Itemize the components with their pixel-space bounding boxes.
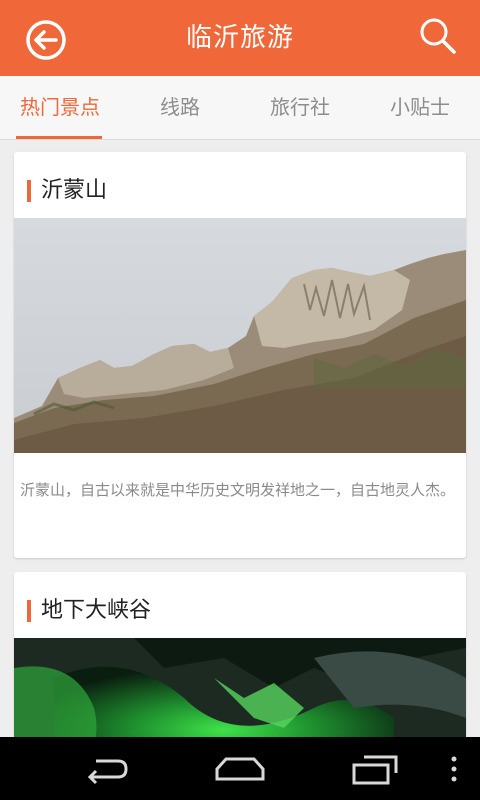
tab-hot-spots[interactable]: 热门景点 <box>0 76 120 139</box>
title-accent-bar <box>27 600 31 622</box>
home-icon[interactable] <box>214 751 266 787</box>
page-title: 临沂旅游 <box>185 23 294 53</box>
title-accent-bar <box>27 180 31 202</box>
card-header: 沂蒙山 <box>14 152 466 218</box>
spot-card[interactable]: 沂蒙山 沂蒙山，自古以来就是中华历史文明发祥地之一，自古地灵人杰。 <box>14 152 466 558</box>
menu-icon[interactable] <box>448 751 460 787</box>
spot-card[interactable]: 地下大峡谷 <box>14 572 466 737</box>
tab-tips[interactable]: 小贴士 <box>360 76 480 139</box>
spot-name: 沂蒙山 <box>41 178 108 203</box>
tab-bar: 热门景点 线路 旅行社 小贴士 <box>0 76 480 140</box>
recent-apps-icon[interactable] <box>350 751 400 787</box>
tab-label: 小贴士 <box>390 95 450 119</box>
spot-list[interactable]: 沂蒙山 沂蒙山，自古以来就是中华历史文明发祥地之一，自古地灵人杰。 地下大峡谷 <box>0 140 480 737</box>
tab-label: 热门景点 <box>20 95 100 119</box>
tab-routes[interactable]: 线路 <box>120 76 240 139</box>
spot-name: 地下大峡谷 <box>41 598 152 623</box>
system-navigation-bar <box>0 737 480 800</box>
spot-photo[interactable] <box>14 638 466 737</box>
tab-label: 线路 <box>160 95 200 119</box>
tab-active-indicator <box>16 136 102 139</box>
card-header: 地下大峡谷 <box>14 572 466 638</box>
tab-travel-agencies[interactable]: 旅行社 <box>240 76 360 139</box>
spot-photo[interactable] <box>14 218 466 453</box>
app-header: 临沂旅游 <box>0 0 480 76</box>
spot-description: 沂蒙山，自古以来就是中华历史文明发祥地之一，自古地灵人杰。 <box>20 481 456 499</box>
back-icon[interactable] <box>82 751 132 787</box>
tab-label: 旅行社 <box>270 95 330 119</box>
search-icon[interactable] <box>418 16 458 56</box>
